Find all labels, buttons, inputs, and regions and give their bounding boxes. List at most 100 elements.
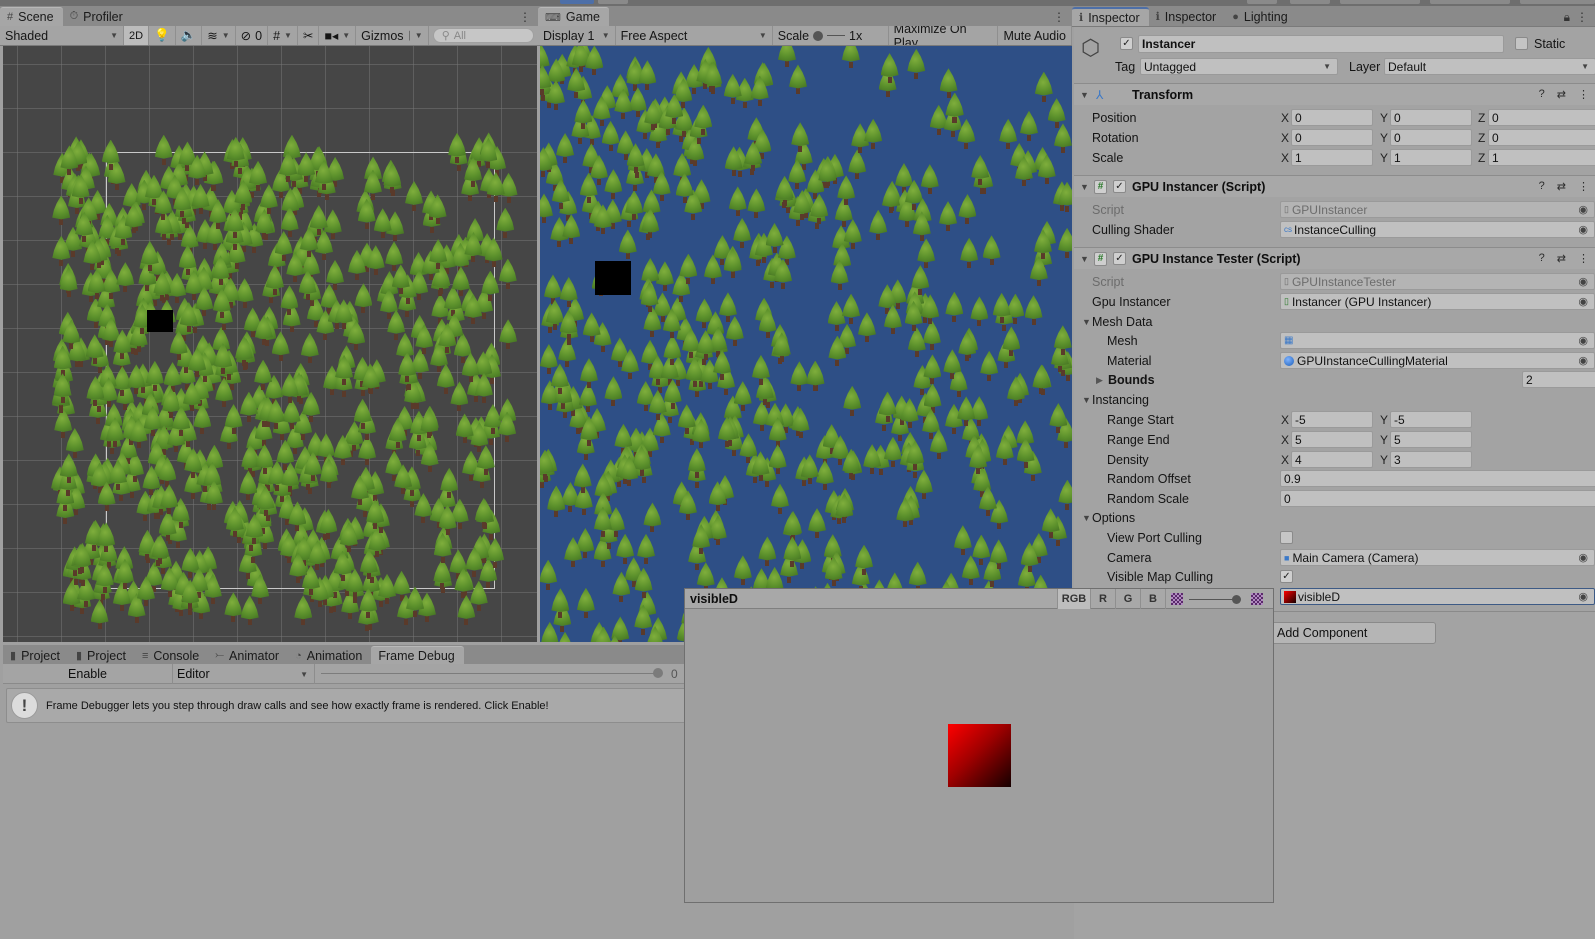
object-picker-icon[interactable]: ◉ — [1578, 590, 1588, 603]
component-enabled-checkbox[interactable]: ✓ — [1113, 252, 1126, 265]
tab-console[interactable]: ≡ Console — [135, 646, 208, 665]
channel-rgb-button[interactable]: RGB — [1057, 589, 1090, 609]
tab-project[interactable]: ▮ Project — [69, 646, 135, 665]
mesh-data-foldout[interactable]: Mesh Data — [1092, 315, 1152, 329]
object-picker-icon[interactable]: ◉ — [1578, 354, 1588, 367]
foldout-arrow-icon[interactable]: ▼ — [1080, 90, 1089, 100]
mip-slider-thumb[interactable] — [1232, 594, 1241, 604]
tab-animation[interactable]: ◔ Animation — [288, 646, 371, 665]
preset-icon[interactable]: ⇄ — [1557, 252, 1566, 265]
mute-audio-toggle[interactable]: Mute Audio — [998, 26, 1072, 45]
transform-header[interactable]: ▼ ⅄ Transform ? ⇄ ⋮ — [1074, 83, 1595, 105]
display-dropdown[interactable]: Display 1 ▼ — [538, 26, 616, 45]
position-x-input[interactable]: 0 — [1291, 109, 1373, 126]
scene-view[interactable] — [3, 46, 537, 642]
add-component-button[interactable]: Add Component — [1270, 622, 1436, 644]
toolbar-button[interactable] — [1247, 0, 1277, 4]
scale-y-input[interactable]: 1 — [1390, 149, 1472, 166]
mip-slider-track[interactable] — [1189, 594, 1241, 604]
density-x-input[interactable]: 4 — [1291, 451, 1373, 468]
mesh-field[interactable]: ▦ ◉ — [1280, 332, 1595, 349]
2d-toggle[interactable]: 2D — [124, 26, 150, 45]
gpu-instancer-field[interactable]: ▯ Instancer (GPU Instancer) ◉ — [1280, 293, 1595, 310]
foldout-arrow-icon[interactable]: ▶ — [1096, 375, 1103, 386]
scale-slider[interactable]: Scale 1x — [773, 26, 889, 45]
channel-g-button[interactable]: G — [1115, 589, 1140, 609]
tab-project[interactable]: ▮ Project — [3, 646, 69, 665]
channel-b-button[interactable]: B — [1140, 589, 1165, 609]
material-field[interactable]: GPUInstanceCullingMaterial ◉ — [1280, 352, 1595, 369]
camera-dropdown[interactable]: ■◂ ▼ — [319, 26, 357, 45]
enable-button[interactable]: Enable — [3, 664, 173, 684]
foldout-arrow-icon[interactable]: ▼ — [1082, 513, 1091, 523]
component-menu-icon[interactable]: ⋮ — [1578, 252, 1589, 265]
object-picker-icon[interactable]: ◉ — [1578, 295, 1588, 308]
tools-toggle[interactable]: ✂ — [298, 26, 320, 45]
object-picker-icon[interactable]: ◉ — [1578, 551, 1588, 564]
channel-r-button[interactable]: R — [1090, 589, 1115, 609]
toolbar-button[interactable] — [1340, 0, 1420, 4]
draw-mode-dropdown[interactable]: Shaded ▼ — [0, 26, 124, 45]
random-scale-input[interactable]: 0 — [1280, 490, 1595, 507]
foldout-arrow-icon[interactable]: ▼ — [1082, 317, 1091, 327]
event-slider-thumb[interactable] — [653, 668, 663, 678]
component-menu-icon[interactable]: ⋮ — [1578, 180, 1589, 193]
toolbar-button[interactable] — [1520, 0, 1595, 4]
help-icon[interactable]: ? — [1539, 180, 1545, 193]
range-end-y-input[interactable]: 5 — [1390, 431, 1472, 448]
game-view[interactable] — [540, 46, 1072, 642]
target-dropdown[interactable]: Editor ▼ — [173, 664, 315, 684]
mip-slider[interactable] — [1165, 589, 1275, 609]
preset-icon[interactable]: ⇄ — [1557, 88, 1566, 101]
object-picker-icon[interactable]: ◉ — [1578, 334, 1588, 347]
instancing-foldout[interactable]: Instancing — [1092, 393, 1149, 407]
range-start-x-input[interactable]: -5 — [1291, 411, 1373, 428]
rotation-x-input[interactable]: 0 — [1291, 129, 1373, 146]
density-y-input[interactable]: 3 — [1390, 451, 1472, 468]
tab-profiler[interactable]: ⏱ Profiler — [63, 7, 132, 26]
panel-menu-icon[interactable]: ⋮ — [1576, 10, 1588, 24]
visible-map-culling-checkbox[interactable]: ✓ — [1280, 570, 1293, 583]
active-checkbox[interactable]: ✓ — [1120, 37, 1133, 50]
toolbar-button[interactable] — [1290, 0, 1330, 4]
tab-game[interactable]: ⌨ Game — [538, 7, 609, 26]
scale-z-input[interactable]: 1 — [1488, 149, 1595, 166]
panel-menu-icon[interactable]: ⋮ — [519, 10, 531, 24]
object-name-input[interactable]: Instancer — [1138, 35, 1504, 53]
effects-dropdown[interactable]: ≋ ▼ — [202, 26, 236, 45]
bounds-size-field[interactable]: 2 — [1522, 371, 1595, 388]
tab-inspector-2[interactable]: ℹ Inspector — [1149, 7, 1226, 26]
gameobject-cube-icon[interactable]: ⬡ — [1081, 35, 1100, 61]
rotation-z-input[interactable]: 0 — [1488, 129, 1595, 146]
play-toolbar-button[interactable] — [560, 0, 594, 4]
object-picker-icon[interactable]: ◉ — [1578, 223, 1588, 236]
visible-map-texture-field[interactable]: visibleD ◉ — [1280, 588, 1595, 605]
lighting-toggle[interactable]: 💡 — [149, 26, 176, 45]
help-icon[interactable]: ? — [1539, 88, 1545, 101]
options-foldout[interactable]: Options — [1092, 511, 1135, 525]
component-menu-icon[interactable]: ⋮ — [1578, 88, 1589, 101]
bounds-foldout[interactable]: Bounds — [1108, 373, 1155, 387]
tab-scene[interactable]: # Scene — [0, 7, 63, 26]
pause-toolbar-button[interactable] — [598, 0, 628, 4]
tab-animator[interactable]: ⤚ Animator — [208, 646, 288, 665]
tag-dropdown[interactable]: Untagged ▼ — [1140, 58, 1338, 75]
tab-inspector[interactable]: ℹ Inspector — [1072, 7, 1149, 26]
gpu-instancer-header[interactable]: ▼ # ✓ GPU Instancer (Script) ? ⇄ ⋮ — [1074, 175, 1595, 197]
grid-dropdown[interactable]: # ▼ — [268, 26, 298, 45]
random-offset-input[interactable]: 0.9 — [1280, 470, 1595, 487]
event-slider-track[interactable] — [321, 673, 661, 674]
range-end-x-input[interactable]: 5 — [1291, 431, 1373, 448]
hidden-objects-toggle[interactable]: ⊘ 0 — [236, 26, 269, 45]
layer-dropdown[interactable]: Default ▼ — [1384, 58, 1595, 75]
preset-icon[interactable]: ⇄ — [1557, 180, 1566, 193]
position-y-input[interactable]: 0 — [1390, 109, 1472, 126]
slider-thumb[interactable] — [813, 30, 824, 41]
static-checkbox[interactable] — [1515, 37, 1528, 50]
position-z-input[interactable]: 0 — [1488, 109, 1595, 126]
gpu-tester-header[interactable]: ▼ # ✓ GPU Instance Tester (Script) ? ⇄ ⋮ — [1074, 247, 1595, 269]
culling-shader-field[interactable]: cs InstanceCulling ◉ — [1280, 221, 1595, 238]
rotation-y-input[interactable]: 0 — [1390, 129, 1472, 146]
maximize-on-play-toggle[interactable]: Maximize On Play — [889, 26, 999, 45]
scale-x-input[interactable]: 1 — [1291, 149, 1373, 166]
